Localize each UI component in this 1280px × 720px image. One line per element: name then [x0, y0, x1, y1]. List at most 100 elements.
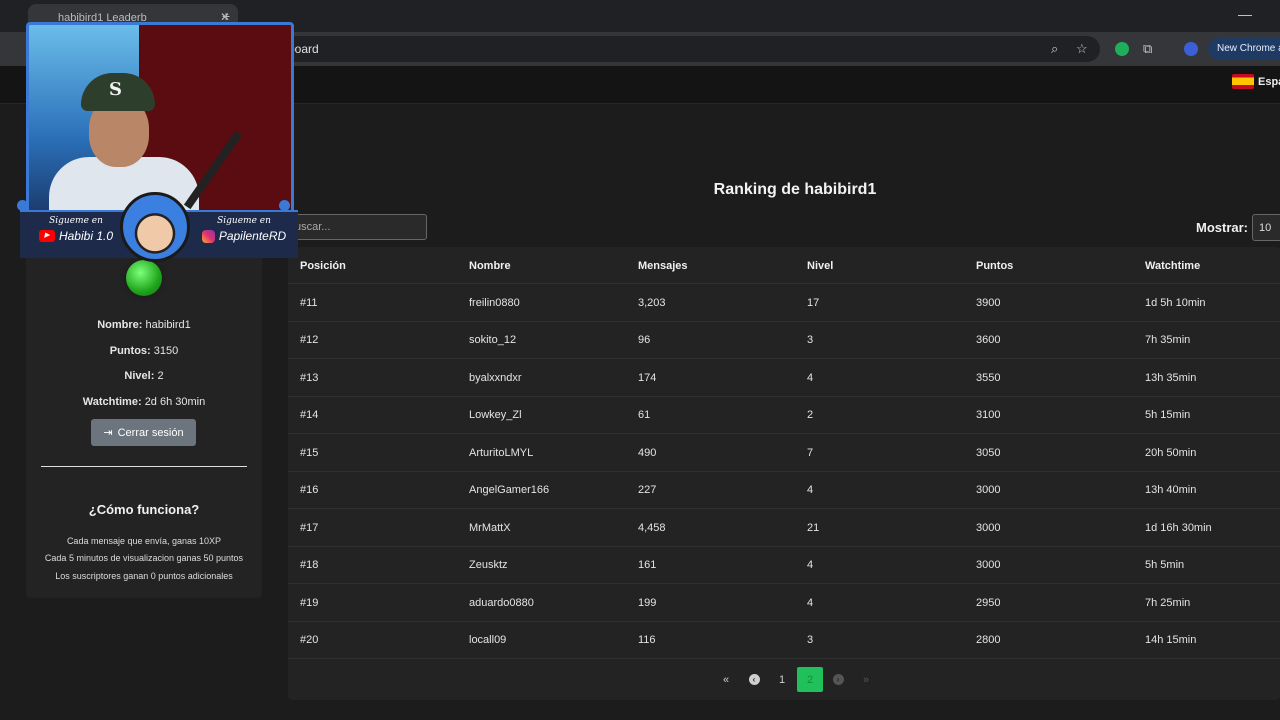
user-watchtime: 2d 6h 30min: [144, 396, 206, 408]
points-label: Puntos:: [109, 345, 151, 357]
row-points: 3000: [976, 484, 1001, 496]
row-level: 21: [807, 522, 820, 534]
row-watchtime: 7h 25min: [1145, 597, 1191, 609]
row-level: 4: [807, 484, 814, 496]
row-watchtime: 14h 15min: [1145, 634, 1197, 646]
webcam-overlay: S Sigueme en ▶ Habibi 1.0 Sigueme en Pap…: [14, 14, 298, 262]
search-input[interactable]: [286, 214, 427, 240]
row-watchtime: 13h 40min: [1145, 484, 1197, 496]
cap-logo: S: [109, 79, 122, 100]
col-points[interactable]: Puntos: [976, 247, 1013, 284]
extensions-puzzle-icon[interactable]: ⧉: [1143, 41, 1152, 57]
follow-label-left: Sigueme en: [49, 216, 103, 226]
last-page-icon: »: [862, 673, 870, 686]
row-points: 3000: [976, 522, 1001, 534]
show-count-select[interactable]: 10: [1252, 214, 1280, 241]
show-count-value: 10: [1259, 222, 1272, 234]
row-name: sokito_12: [469, 334, 517, 346]
logout-button[interactable]: ⇥ Cerrar sesión: [91, 419, 196, 446]
follow-label-right: Sigueme en: [217, 216, 271, 226]
row-level: 4: [807, 372, 814, 384]
row-level: 7: [807, 447, 814, 459]
webcam-video: S: [26, 22, 294, 214]
row-messages: 96: [638, 334, 651, 346]
user-avatar: [126, 260, 162, 296]
row-name: Zeusktz: [469, 559, 508, 571]
table-row: #11 freilin0880 3,203 17 3900 1d 5h 10mi…: [288, 285, 1280, 322]
col-messages[interactable]: Mensajes: [638, 247, 688, 284]
prev-page-button[interactable]: ‹: [740, 667, 768, 692]
profile-avatar-icon[interactable]: [1184, 42, 1198, 56]
language-selector[interactable]: Espa: [1232, 74, 1280, 89]
extension-green-icon[interactable]: [1115, 42, 1129, 56]
first-page-button[interactable]: «: [712, 667, 740, 692]
row-level: 4: [807, 559, 814, 571]
how-line-2: Cada 5 minutos de visualizacion ganas 50…: [44, 553, 244, 563]
how-it-works-title: ¿Cómo funciona?: [88, 502, 200, 517]
name-label: Nombre:: [97, 319, 143, 331]
row-watchtime: 1d 16h 30min: [1145, 522, 1212, 534]
screen: habibird1 Leaderb ✕ + — board ⌕ ☆ ⧉ New …: [0, 0, 1280, 720]
language-label: Espa: [1258, 75, 1280, 88]
row-position: #19: [300, 597, 319, 609]
row-messages: 227: [638, 484, 657, 496]
instagram-tag: Sigueme en PapilenteRD: [196, 216, 292, 243]
user-watchtime-line: Watchtime: 2d 6h 30min: [26, 396, 262, 408]
row-watchtime: 13h 35min: [1145, 372, 1197, 384]
microphone-arm: [183, 130, 243, 210]
how-line-3: Los suscriptores ganan 0 puntos adiciona…: [55, 571, 233, 581]
col-watchtime[interactable]: Watchtime: [1145, 247, 1200, 284]
row-points: 3050: [976, 447, 1001, 459]
col-position[interactable]: Posición: [300, 247, 346, 284]
how-line-1: Cada mensaje que envía, ganas 10XP: [66, 536, 222, 546]
row-position: #17: [300, 522, 319, 534]
page-1-button[interactable]: 1: [768, 667, 796, 692]
row-position: #12: [300, 334, 319, 346]
table-header: Posición Nombre Mensajes Nivel Puntos Wa…: [288, 247, 1280, 284]
row-level: 2: [807, 409, 814, 421]
row-points: 3550: [976, 372, 1001, 384]
row-points: 3600: [976, 334, 1001, 346]
row-position: #20: [300, 634, 319, 646]
user-points-line: Puntos: 3150: [26, 345, 262, 357]
table-row: #18 Zeusktz 161 4 3000 5h 5min: [288, 547, 1280, 584]
row-messages: 3,203: [638, 297, 666, 309]
row-position: #11: [300, 297, 318, 309]
table-row: #19 aduardo0880 199 4 2950 7h 25min: [288, 585, 1280, 622]
ranking-title: Ranking de habibird1: [713, 181, 877, 198]
row-level: 3: [807, 634, 814, 646]
row-name: freilin0880: [469, 297, 520, 309]
last-page-button[interactable]: »: [852, 667, 880, 692]
row-name: byalxxndxr: [469, 372, 522, 384]
row-messages: 199: [638, 597, 657, 609]
watchtime-label: Watchtime:: [82, 396, 142, 408]
row-points: 2950: [976, 597, 1001, 609]
row-messages: 61: [638, 409, 651, 421]
new-chrome-button[interactable]: New Chrome av: [1208, 38, 1280, 60]
page-2-button[interactable]: 2: [797, 667, 823, 692]
next-page-button[interactable]: ›: [824, 667, 852, 692]
pagination: « ‹ 1 2 › »: [712, 667, 880, 692]
user-level-line: Nivel: 2: [26, 370, 262, 382]
row-position: #14: [300, 409, 319, 421]
user-points: 3150: [153, 345, 179, 357]
prev-page-icon: ‹: [748, 674, 760, 685]
row-messages: 161: [638, 559, 657, 571]
row-level: 17: [807, 297, 820, 309]
col-level[interactable]: Nivel: [807, 247, 833, 284]
table-row: #17 MrMattX 4,458 21 3000 1d 16h 30min: [288, 510, 1280, 547]
cartoon-avatar: [120, 192, 190, 262]
row-watchtime: 7h 35min: [1145, 334, 1191, 346]
minimize-window-icon[interactable]: —: [1238, 6, 1252, 22]
row-watchtime: 1d 5h 10min: [1145, 297, 1206, 309]
row-name: AngelGamer166: [469, 484, 550, 496]
col-name[interactable]: Nombre: [469, 247, 511, 284]
youtube-icon: ▶: [38, 230, 55, 242]
zoom-icon[interactable]: ⌕: [1051, 41, 1058, 57]
row-position: #13: [300, 372, 319, 384]
table-row: #20 locall09 116 3 2800 14h 15min: [288, 622, 1280, 659]
level-label: Nivel:: [124, 370, 155, 382]
bookmark-star-icon[interactable]: ☆: [1076, 41, 1088, 57]
show-label: Mostrar:: [1196, 220, 1249, 235]
youtube-name: Habibi 1.0: [58, 229, 114, 243]
